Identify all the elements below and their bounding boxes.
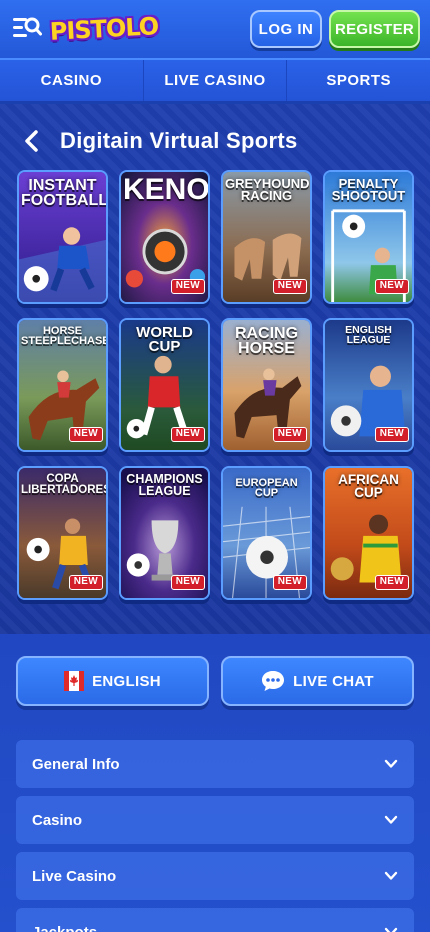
chevron-down-icon — [384, 815, 398, 824]
game-title: GREYHOUND RACING — [225, 176, 310, 204]
page-title: Digitain Virtual Sports — [60, 128, 298, 153]
game-tile-world-cup[interactable]: WORLD CUP NEW — [119, 318, 210, 452]
game-tile-penalty-shootout[interactable]: PENALTY SHOOTOUT NEW — [323, 170, 414, 304]
tab-casino[interactable]: CASINO — [0, 60, 144, 101]
language-button[interactable]: ENGLISH — [16, 656, 209, 706]
game-title: EUROPEAN CUP — [235, 477, 298, 500]
live-chat-button[interactable]: LIVE CHAT — [221, 656, 414, 706]
tab-live-casino[interactable]: LIVE CASINO — [144, 60, 288, 101]
game-tile-european-cup[interactable]: EUROPEAN CUP NEW — [221, 466, 312, 600]
game-title: ENGLISH LEAGUE — [345, 324, 392, 346]
game-tile-horse-steeplechase[interactable]: HORSE STEEPLECHASE NEW — [17, 318, 108, 452]
game-title: INSTANT FOOTBALL — [21, 177, 108, 210]
pistolo-logo[interactable]: PISTOLO — [49, 10, 159, 49]
accordion-jackpots[interactable]: Jackpots — [16, 908, 414, 932]
live-chat-label: LIVE CHAT — [293, 672, 374, 690]
games-section: Digitain Virtual Sports INSTANT FOOTBALL — [0, 104, 430, 634]
chevron-down-icon — [384, 759, 398, 768]
top-header: PISTOLO LOG IN REGISTER — [0, 0, 430, 58]
new-badge: NEW — [374, 427, 409, 442]
back-chevron-icon[interactable] — [20, 128, 46, 154]
chat-bubble-icon — [262, 671, 285, 691]
game-grid: INSTANT FOOTBALL KENO NEW GREYHOUND RACI… — [17, 170, 414, 600]
new-badge: NEW — [374, 575, 409, 590]
new-badge: NEW — [272, 575, 307, 590]
game-title: RACING HORSE — [234, 325, 299, 358]
accordion-label: Jackpots — [32, 923, 98, 932]
language-label: ENGLISH — [92, 672, 161, 690]
game-tile-greyhound-racing[interactable]: GREYHOUND RACING NEW — [221, 170, 312, 304]
menu-search-icon[interactable] — [12, 14, 42, 42]
footer: ENGLISH LIVE CHAT General Info Casino Li… — [0, 634, 430, 932]
new-badge: NEW — [374, 279, 409, 294]
game-tile-instant-football[interactable]: INSTANT FOOTBALL — [17, 170, 108, 304]
canada-flag-icon — [64, 671, 85, 691]
new-badge: NEW — [68, 427, 103, 442]
accordion-casino[interactable]: Casino — [16, 796, 414, 844]
game-title: COPA LIBERTADORES — [21, 473, 108, 496]
game-title: WORLD CUP — [136, 324, 193, 356]
game-tile-champions-league[interactable]: CHAMPIONS LEAGUE NEW — [119, 466, 210, 600]
game-title: PENALTY SHOOTOUT — [331, 176, 406, 204]
category-nav: CASINO LIVE CASINO SPORTS — [0, 58, 430, 104]
game-tile-english-league[interactable]: ENGLISH LEAGUE NEW — [323, 318, 414, 452]
accordion-general-info[interactable]: General Info — [16, 740, 414, 788]
game-tile-african-cup[interactable]: AFRICAN CUP NEW — [323, 466, 414, 600]
game-title: AFRICAN CUP — [338, 472, 399, 500]
accordion-label: Live Casino — [32, 867, 117, 885]
accordion-label: Casino — [32, 811, 83, 829]
game-title: KENO — [123, 173, 210, 206]
new-badge: NEW — [272, 427, 307, 442]
game-title: HORSE STEEPLECHASE — [21, 325, 108, 348]
game-tile-keno[interactable]: KENO NEW — [119, 170, 210, 304]
game-title: CHAMPIONS LEAGUE — [126, 472, 203, 498]
game-tile-racing-horse[interactable]: RACING HORSE NEW — [221, 318, 312, 452]
login-button[interactable]: LOG IN — [250, 10, 322, 48]
new-badge: NEW — [272, 279, 307, 294]
new-badge: NEW — [170, 279, 205, 294]
chevron-down-icon — [384, 927, 398, 932]
new-badge: NEW — [170, 575, 205, 590]
tab-sports[interactable]: SPORTS — [287, 60, 430, 101]
accordion-live-casino[interactable]: Live Casino — [16, 852, 414, 900]
game-tile-copa-libertadores[interactable]: COPA LIBERTADORES NEW — [17, 466, 108, 600]
new-badge: NEW — [68, 575, 103, 590]
chevron-down-icon — [384, 871, 398, 880]
new-badge: NEW — [170, 427, 205, 442]
register-button[interactable]: REGISTER — [329, 10, 420, 48]
page-header: Digitain Virtual Sports — [20, 126, 298, 156]
accordion-label: General Info — [32, 755, 120, 773]
